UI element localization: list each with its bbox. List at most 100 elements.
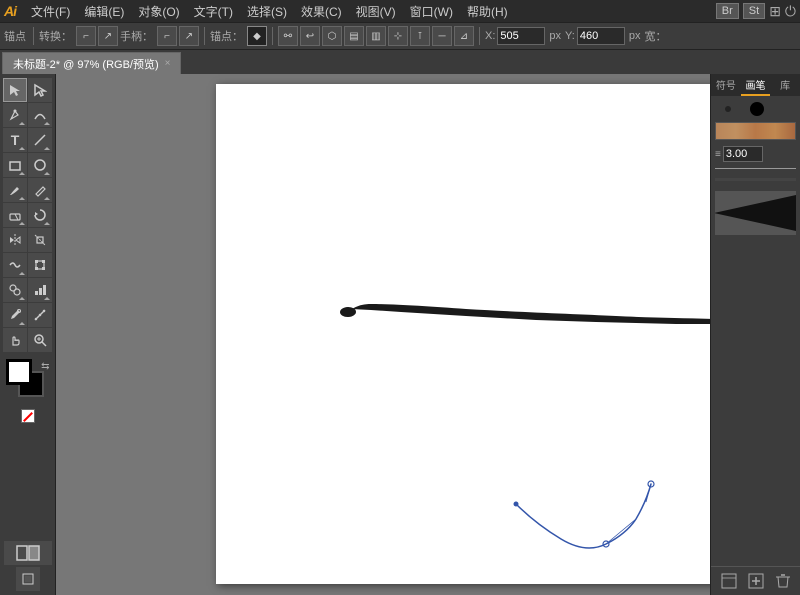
y-label: Y: <box>565 30 575 42</box>
eyedropper-tool[interactable] <box>3 303 27 327</box>
active-tab[interactable]: 未标题-2* @ 97% (RGB/预览) × <box>2 52 181 74</box>
path-tool-7[interactable]: ⊺ <box>410 26 430 46</box>
menu-effect[interactable]: 效果(C) <box>294 1 349 22</box>
new-brush-icon[interactable] <box>746 571 766 591</box>
brush-preset-strip[interactable] <box>715 122 796 140</box>
path-tool-9[interactable]: ⊿ <box>454 26 474 46</box>
paintbrush-tool[interactable] <box>3 178 27 202</box>
path-tool-3[interactable]: ⬡ <box>322 26 342 46</box>
eraser-tool[interactable] <box>3 203 27 227</box>
right-panel-content: ≡ <box>711 96 800 566</box>
menu-right-area: Br St ⊞ ⏻ <box>716 3 796 20</box>
edit-mode-btn[interactable] <box>4 541 52 565</box>
canvas-area[interactable] <box>56 74 710 595</box>
brush-preview-large[interactable] <box>715 191 796 235</box>
px-label-1: px <box>549 30 561 42</box>
x-input[interactable] <box>497 27 545 45</box>
menu-window[interactable]: 窗口(W) <box>403 1 460 22</box>
type-tool[interactable]: T <box>3 128 27 152</box>
brush-dot-space <box>783 107 787 111</box>
delete-brush-icon[interactable] <box>773 571 793 591</box>
measure-tool[interactable] <box>28 303 52 327</box>
handle-btn-1[interactable]: ⌐ <box>157 26 177 46</box>
free-transform-tool[interactable] <box>28 253 52 277</box>
select-tool[interactable] <box>3 78 27 102</box>
pencil-tool[interactable] <box>28 178 52 202</box>
tab-bar: 未标题-2* @ 97% (RGB/预览) × <box>0 50 800 74</box>
toolbar-sep-3 <box>272 27 273 45</box>
menu-bar: Ai 文件(F) 编辑(E) 对象(O) 文字(T) 选择(S) 效果(C) 视… <box>0 0 800 22</box>
hand-tool[interactable] <box>3 328 27 352</box>
menu-help[interactable]: 帮助(H) <box>460 1 515 22</box>
direct-select-tool[interactable] <box>28 78 52 102</box>
brush-size-icon: ≡ <box>715 149 721 160</box>
path-tool-6[interactable]: ⊹ <box>388 26 408 46</box>
stroke-color-fg[interactable] <box>6 359 32 385</box>
tool-row-10 <box>3 303 52 327</box>
menu-object[interactable]: 对象(O) <box>131 1 186 22</box>
tool-row-8 <box>3 253 52 277</box>
menu-text[interactable]: 文字(T) <box>187 1 240 22</box>
handle-btn-2[interactable]: ↗ <box>179 26 199 46</box>
tab-symbol[interactable]: 符号 <box>711 74 741 96</box>
ellipse-tool[interactable] <box>28 153 52 177</box>
brush-stroke-layer <box>216 84 710 584</box>
chart-tool[interactable] <box>28 278 52 302</box>
rpanel-bottom-icons <box>711 566 800 595</box>
app-logo: Ai <box>4 3 16 19</box>
pen-tool[interactable] <box>3 103 27 127</box>
none-swatch[interactable] <box>21 409 35 423</box>
path-tool-2[interactable]: ↩ <box>300 26 320 46</box>
width-label: 宽： <box>644 28 666 44</box>
path-tool-1[interactable]: ⚯ <box>278 26 298 46</box>
transform-btn-2[interactable]: ↗ <box>98 26 118 46</box>
tab-brush[interactable]: 画笔 <box>741 74 771 96</box>
path-tool-8[interactable]: ─ <box>432 26 452 46</box>
toolbar-sep-1 <box>33 27 34 45</box>
tool-row-1 <box>3 78 52 102</box>
brush-library-icon[interactable] <box>719 571 739 591</box>
tool-row-7 <box>3 228 52 252</box>
tab-close-btn[interactable]: × <box>165 58 171 69</box>
tab-title: 未标题-2* @ 97% (RGB/预览) <box>13 56 159 72</box>
anchor-label: 锚点 <box>4 28 26 44</box>
tool-row-6 <box>3 203 52 227</box>
line-tool[interactable] <box>28 128 52 152</box>
shape-builder-tool[interactable] <box>3 278 27 302</box>
toolbar-sep-4 <box>479 27 480 45</box>
tool-row-5 <box>3 178 52 202</box>
artboard-tool[interactable] <box>16 567 40 591</box>
curvature-tool[interactable] <box>28 103 52 127</box>
path-tool-5[interactable]: ▥ <box>366 26 386 46</box>
tab-library[interactable]: 库 <box>770 74 800 96</box>
tool-row-4 <box>3 153 52 177</box>
tool-row-3: T <box>3 128 52 152</box>
y-input[interactable] <box>577 27 625 45</box>
anchor-style-btn[interactable]: ◆ <box>247 26 267 46</box>
scale-tool[interactable] <box>28 228 52 252</box>
brush-dot-small <box>725 106 731 112</box>
transform-btn-1[interactable]: ⌐ <box>76 26 96 46</box>
mirror-tool[interactable] <box>3 228 27 252</box>
bottom-tools <box>4 541 52 591</box>
power-icon[interactable]: ⏻ <box>785 3 796 20</box>
px-label-2: px <box>629 30 641 42</box>
swap-colors-btn[interactable]: ⇆ <box>41 361 49 372</box>
tool-row-2 <box>3 103 52 127</box>
brush-size-input[interactable] <box>723 146 763 162</box>
grid-icon[interactable]: ⊞ <box>769 3 781 20</box>
menu-edit[interactable]: 编辑(E) <box>77 1 131 22</box>
menu-view[interactable]: 视图(V) <box>349 1 403 22</box>
zoom-tool[interactable] <box>28 328 52 352</box>
path-tool-4[interactable]: ▤ <box>344 26 364 46</box>
rect-tool[interactable] <box>3 153 27 177</box>
toolbar: 锚点 转换： ⌐ ↗ 手柄： ⌐ ↗ 锚点： ◆ ⚯ ↩ ⬡ ▤ ▥ ⊹ ⊺ ─… <box>0 22 800 50</box>
warp-tool[interactable] <box>3 253 27 277</box>
right-panel: 符号 画笔 库 ≡ <box>710 74 800 595</box>
bridge-btn[interactable]: Br <box>716 3 739 19</box>
stock-btn[interactable]: St <box>743 3 765 19</box>
brush-dots-row <box>715 102 796 116</box>
rotate-tool[interactable] <box>28 203 52 227</box>
menu-select[interactable]: 选择(S) <box>240 1 294 22</box>
menu-file[interactable]: 文件(F) <box>24 1 77 22</box>
